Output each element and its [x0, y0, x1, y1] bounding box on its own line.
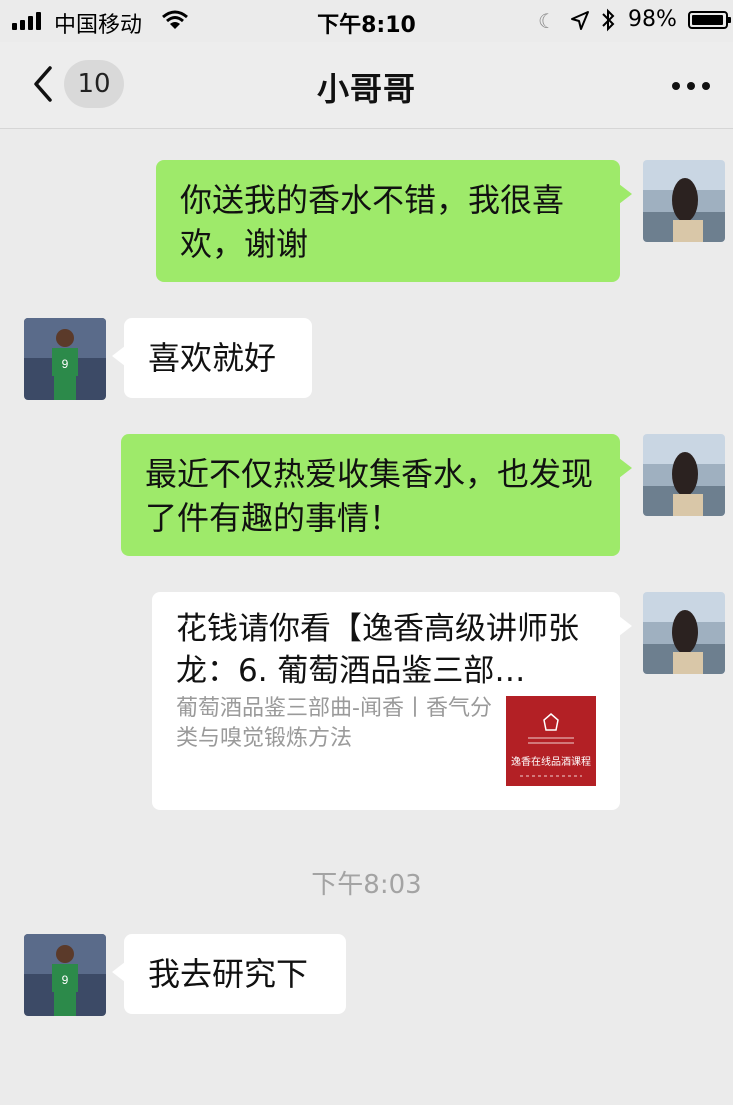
message-bubble-contact[interactable]: 我去研究下 — [112, 934, 346, 1014]
self-avatar[interactable] — [643, 434, 725, 516]
link-card-title: 花钱请你看【逸香高级讲师张龙：6. 葡萄酒品鉴三部… — [176, 611, 579, 689]
contact-avatar[interactable]: 9 — [24, 934, 106, 1016]
message-bubble-contact[interactable]: 喜欢就好 — [112, 318, 312, 398]
bluetooth-icon — [602, 8, 615, 32]
battery-icon — [688, 11, 731, 29]
svg-text:9: 9 — [62, 973, 69, 987]
link-card-thumbnail: 逸香在线品酒课程 — [506, 696, 596, 786]
battery-percent: 98% — [628, 7, 677, 32]
self-avatar[interactable] — [643, 592, 725, 674]
message-bubble-self[interactable]: 最近不仅热爱收集香水，也发现了件有趣的事情！ — [121, 434, 632, 556]
status-time: 下午8:10 — [317, 13, 416, 38]
thumbnail-caption: 逸香在线品酒课程 — [511, 757, 591, 768]
link-card-description: 葡萄酒品鉴三部曲-闻香丨香气分类与嗅觉锻炼方法 — [176, 696, 492, 751]
message-bubble-self[interactable]: 你送我的香水不错，我很喜欢，谢谢 — [156, 160, 632, 282]
svg-text:9: 9 — [62, 357, 69, 371]
timestamp: 下午8:03 — [311, 870, 422, 900]
more-dots-icon[interactable] — [672, 82, 712, 92]
chat-header: 10 小哥哥 — [0, 42, 733, 129]
location-icon — [571, 11, 589, 30]
link-card[interactable]: 花钱请你看【逸香高级讲师张龙：6. 葡萄酒品鉴三部… 葡萄酒品鉴三部曲-闻香丨香… — [152, 592, 632, 810]
contact-avatar[interactable]: 9 — [24, 318, 106, 400]
moon-icon: ☾ — [538, 9, 556, 33]
self-avatar[interactable] — [643, 160, 725, 242]
chat-title: 小哥哥 — [316, 70, 416, 108]
status-bar: 中国移动 下午8:10 ☾ 98% — [0, 0, 733, 42]
